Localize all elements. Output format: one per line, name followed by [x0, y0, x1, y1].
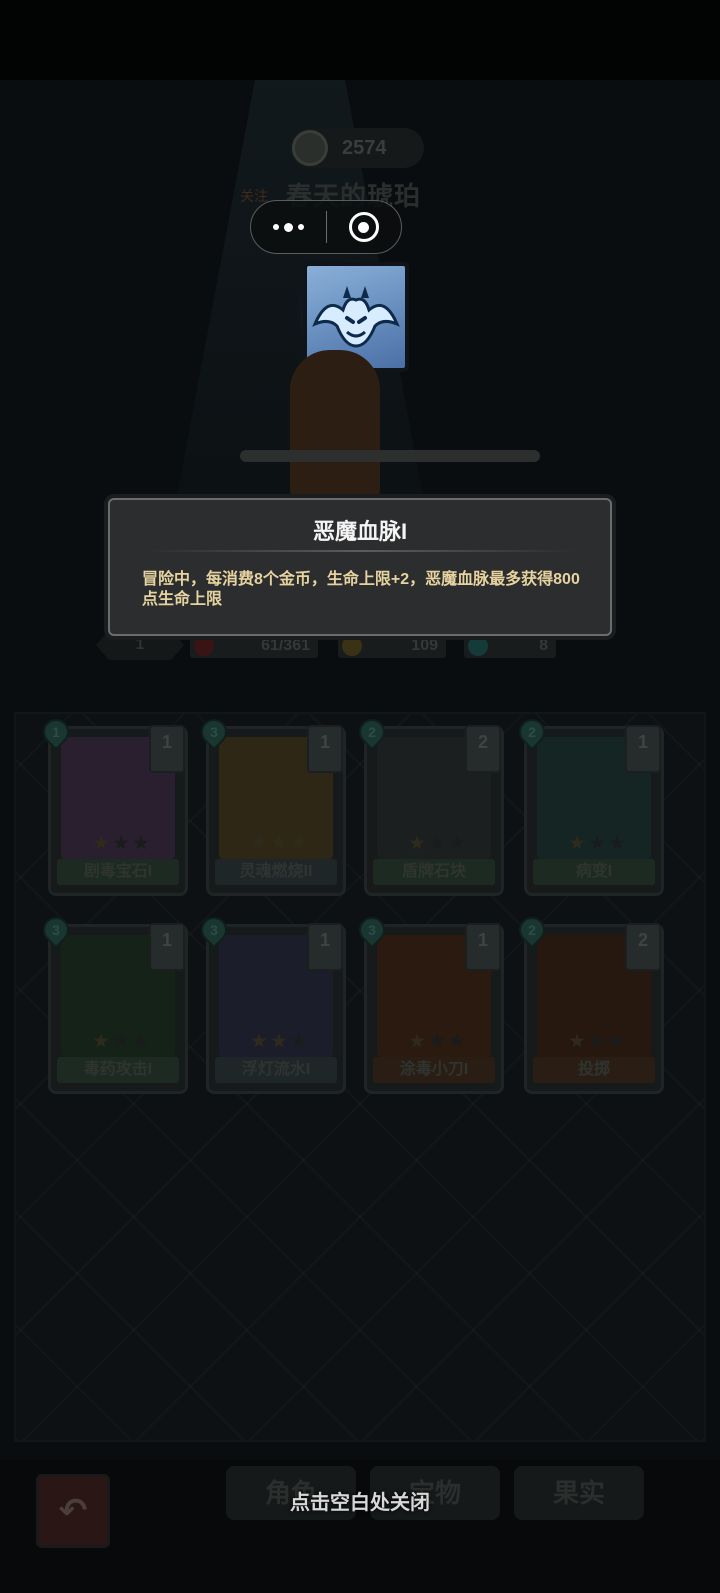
star-icon [409, 1033, 425, 1048]
card-level-badge: 1 [149, 923, 185, 971]
tooltip-title: 恶魔血脉I [312, 519, 408, 544]
coin-value: 2574 [342, 136, 387, 159]
star-icon [589, 835, 605, 850]
skill-card[interactable]: 3 1 灵魂燃烧II [195, 713, 346, 896]
card-cost: 3 [210, 922, 218, 938]
hp-stat: 61/361 [190, 634, 318, 658]
star-icon [291, 835, 307, 850]
star-icon [569, 835, 585, 850]
star-icon [609, 1033, 625, 1048]
skill-card[interactable]: 1 1 剧毒宝石I [37, 713, 188, 896]
coin-counter: 2574 [290, 128, 424, 168]
star-icon [449, 1033, 465, 1048]
card-stars [557, 1033, 637, 1053]
card-cost: 3 [210, 724, 218, 740]
tooltip-divider [146, 550, 578, 552]
gem-icon [468, 636, 488, 656]
star-icon [133, 835, 149, 850]
star-icon [569, 1033, 585, 1048]
card-stars [397, 1033, 477, 1053]
star-icon [251, 835, 267, 850]
card-cost: 2 [528, 922, 536, 938]
card-cost: 3 [52, 922, 60, 938]
card-level-badge: 1 [149, 725, 185, 773]
star-icon [271, 1033, 287, 1048]
star-icon [271, 835, 287, 850]
skill-card[interactable]: 3 1 毒药攻击I [37, 911, 188, 1094]
skill-card[interactable]: 2 2 投掷 [513, 911, 664, 1094]
tooltip-description: 冒险中，每消费8个金币，生命上限+2，恶魔血脉最多获得800点生命上限 [142, 571, 580, 608]
star-icon [113, 1033, 129, 1048]
star-icon [429, 1033, 445, 1048]
star-icon [609, 835, 625, 850]
star-icon [93, 1033, 109, 1048]
gem-stat: 8 [464, 634, 556, 658]
sword-icon [342, 636, 362, 656]
card-stars [397, 835, 477, 855]
card-stars [81, 1033, 161, 1053]
card-stars [239, 835, 319, 855]
skill-card[interactable]: 2 1 病变I [513, 713, 664, 896]
skill-card[interactable]: 3 1 涂毒小刀I [353, 911, 504, 1094]
card-level-badge: 1 [307, 725, 343, 773]
card-name: 毒药攻击I [57, 1057, 179, 1083]
mini-program-capsule [250, 200, 402, 254]
hp-value: 61/361 [261, 637, 310, 654]
card-level-badge: 1 [307, 923, 343, 971]
skill-tooltip: 恶魔血脉I 冒险中，每消费8个金币，生命上限+2，恶魔血脉最多获得800点生命上… [108, 498, 612, 636]
card-stars [239, 1033, 319, 1053]
card-level-badge: 2 [465, 725, 501, 773]
skill-card[interactable]: 2 2 盾牌石块 [353, 713, 504, 896]
close-miniprogram-button[interactable] [327, 201, 402, 253]
attack-value: 109 [411, 637, 438, 654]
star-icon [409, 835, 425, 850]
hero-weapon [240, 450, 540, 462]
card-level-badge: 1 [465, 923, 501, 971]
card-cost: 3 [368, 922, 376, 938]
status-area [0, 0, 720, 80]
card-name: 浮灯流水I [215, 1057, 337, 1083]
more-menu-button[interactable] [251, 201, 326, 253]
star-icon [113, 835, 129, 850]
card-name: 灵魂燃烧II [215, 859, 337, 885]
card-stars [557, 835, 637, 855]
card-level-badge: 1 [625, 725, 661, 773]
game-scene: 2574 关注 春天的琥珀 1 61/361 109 8 1 1 剧毒宝石I 3 1 灵魂… [0, 0, 720, 1593]
star-icon [589, 1033, 605, 1048]
card-stars [81, 835, 161, 855]
skill-card[interactable]: 3 1 浮灯流水I [195, 911, 346, 1094]
heart-icon [194, 636, 214, 656]
card-name: 投掷 [533, 1057, 655, 1083]
card-name: 盾牌石块 [373, 859, 495, 885]
card-name: 病变I [533, 859, 655, 885]
coin-icon [292, 130, 328, 166]
card-cost: 2 [368, 724, 376, 740]
attack-stat: 109 [338, 634, 446, 658]
star-icon [133, 1033, 149, 1048]
star-icon [291, 1033, 307, 1048]
star-icon [449, 835, 465, 850]
target-icon [348, 212, 379, 242]
card-cost: 2 [528, 724, 536, 740]
star-icon [93, 835, 109, 850]
card-cost: 1 [52, 724, 60, 740]
close-hint[interactable]: 点击空白处关闭 [0, 1486, 720, 1515]
star-icon [251, 1033, 267, 1048]
hero-body [290, 350, 380, 500]
hero-character [240, 350, 550, 500]
card-level-badge: 2 [625, 923, 661, 971]
star-icon [429, 835, 445, 850]
gem-value: 8 [539, 637, 548, 654]
card-name: 涂毒小刀I [373, 1057, 495, 1083]
card-name: 剧毒宝石I [57, 859, 179, 885]
